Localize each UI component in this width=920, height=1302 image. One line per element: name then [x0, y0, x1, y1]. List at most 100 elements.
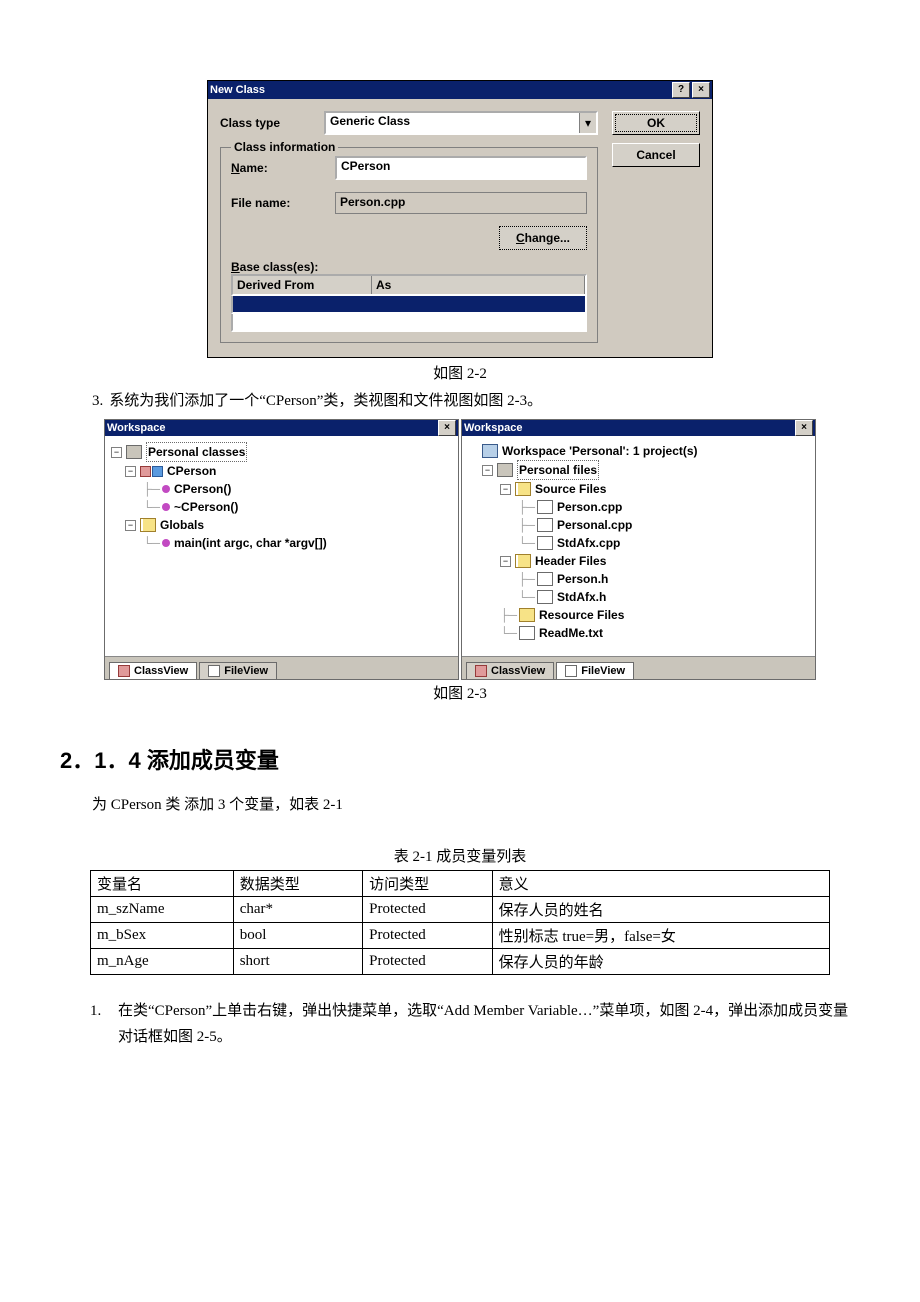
- cancel-button[interactable]: Cancel: [612, 143, 700, 167]
- tab-classview[interactable]: ClassView: [109, 662, 197, 679]
- chevron-down-icon[interactable]: ▾: [579, 113, 596, 133]
- name-input[interactable]: CPerson: [335, 156, 587, 180]
- ok-button[interactable]: OK: [612, 111, 700, 135]
- tree-item[interactable]: CPerson: [167, 462, 216, 480]
- tree-item[interactable]: main(int argc, char *argv[]): [174, 534, 327, 552]
- base-class-row[interactable]: [231, 314, 587, 332]
- th-type: 数据类型: [233, 871, 362, 897]
- table-row: m_bSexboolProtected性别标志 true=男，false=女: [91, 923, 830, 949]
- class-type-combo[interactable]: Generic Class ▾: [324, 111, 598, 135]
- folder-icon: [519, 608, 535, 622]
- fileview-panel: Workspace × Workspace 'Personal': 1 proj…: [461, 419, 816, 680]
- member-icon: [162, 539, 170, 547]
- tree-item[interactable]: StdAfx.h: [557, 588, 606, 606]
- classview-tab-icon: [475, 665, 487, 677]
- fileview-titlebar[interactable]: Workspace ×: [462, 420, 815, 436]
- member-variable-table: 变量名 数据类型 访问类型 意义 m_szNamechar*Protected保…: [90, 870, 830, 975]
- base-class-selrow[interactable]: [231, 296, 587, 314]
- classview-titlebar[interactable]: Workspace ×: [105, 420, 458, 436]
- project-icon: [497, 463, 513, 477]
- class-type-value: Generic Class: [326, 113, 579, 133]
- classview-panel: Workspace × −Personal classes −CPerson ├…: [104, 419, 459, 680]
- base-class-header: Derived From As: [231, 274, 587, 296]
- tab-fileview[interactable]: FileView: [199, 662, 277, 679]
- tree-item[interactable]: Header Files: [535, 552, 606, 570]
- tree-item[interactable]: Personal files: [517, 460, 599, 480]
- collapse-icon[interactable]: −: [482, 465, 493, 476]
- classview-tree[interactable]: −Personal classes −CPerson ├─CPerson() └…: [105, 436, 458, 656]
- tree-item[interactable]: CPerson(): [174, 480, 231, 498]
- member-icon: [162, 503, 170, 511]
- fileview-tab-icon: [565, 665, 577, 677]
- tree-item[interactable]: ReadMe.txt: [539, 624, 603, 642]
- file-name-value: Person.cpp: [335, 192, 587, 214]
- close-icon[interactable]: ×: [692, 82, 710, 98]
- tree-item[interactable]: ~CPerson(): [174, 498, 238, 516]
- file-icon: [519, 626, 535, 640]
- steps-list: 1. 在类“CPerson”上单击右键，弹出快捷菜单，选取“Add Member…: [90, 999, 860, 1050]
- fileview-tab-icon: [208, 665, 220, 677]
- tree-root[interactable]: Personal classes: [146, 442, 247, 462]
- classview-title: Workspace: [107, 422, 436, 434]
- folder-open-icon: [515, 482, 531, 496]
- tree-item[interactable]: StdAfx.cpp: [557, 534, 620, 552]
- classes-icon: [126, 445, 142, 459]
- name-label: Name:: [231, 161, 335, 175]
- file-icon: [537, 500, 553, 514]
- tree-item[interactable]: Personal.cpp: [557, 516, 632, 534]
- classview-tab-icon: [118, 665, 130, 677]
- tab-classview[interactable]: ClassView: [466, 662, 554, 679]
- collapse-icon[interactable]: −: [125, 520, 136, 531]
- list-item: 1. 在类“CPerson”上单击右键，弹出快捷菜单，选取“Add Member…: [90, 999, 860, 1050]
- close-icon[interactable]: ×: [795, 420, 813, 436]
- dialog-title: New Class: [210, 84, 670, 96]
- member-icon: [162, 485, 170, 493]
- th-as: As: [372, 276, 585, 294]
- file-icon: [537, 572, 553, 586]
- close-icon[interactable]: ×: [438, 420, 456, 436]
- base-class-label: Base class(es):: [231, 260, 318, 274]
- class-icon: [140, 466, 151, 477]
- table-caption: 表 2-1 成员变量列表: [60, 845, 860, 866]
- collapse-icon[interactable]: −: [125, 466, 136, 477]
- folder-open-icon: [140, 518, 156, 532]
- tree-root[interactable]: Workspace 'Personal': 1 project(s): [502, 442, 698, 460]
- collapse-icon[interactable]: −: [500, 556, 511, 567]
- file-icon: [537, 590, 553, 604]
- section-heading: 2．1．4 添加成员变量: [60, 743, 860, 775]
- new-class-dialog: New Class ? × Class type Generic Class ▾…: [207, 80, 713, 358]
- figure-caption-2-2: 如图 2-2: [60, 362, 860, 383]
- class-info-fieldset: Class information Name: CPerson File nam…: [220, 147, 598, 343]
- tree-item[interactable]: Source Files: [535, 480, 606, 498]
- collapse-icon[interactable]: −: [500, 484, 511, 495]
- tree-item[interactable]: Resource Files: [539, 606, 624, 624]
- classview-tabs: ClassView FileView: [105, 656, 458, 679]
- help-icon[interactable]: ?: [672, 82, 690, 98]
- class-type-label: Class type: [220, 116, 324, 130]
- fileview-tree[interactable]: Workspace 'Personal': 1 project(s) −Pers…: [462, 436, 815, 656]
- change-button[interactable]: Change...: [499, 226, 587, 250]
- file-icon: [537, 536, 553, 550]
- fileview-title: Workspace: [464, 422, 793, 434]
- th-meaning: 意义: [492, 871, 829, 897]
- th-name: 变量名: [91, 871, 234, 897]
- collapse-icon[interactable]: −: [111, 447, 122, 458]
- table-row: m_nAgeshortProtected保存人员的年龄: [91, 949, 830, 975]
- th-access: 访问类型: [363, 871, 492, 897]
- tree-item[interactable]: Globals: [160, 516, 204, 534]
- file-icon: [537, 518, 553, 532]
- section-intro: 为 CPerson 类 添加 3 个变量，如表 2-1: [92, 793, 860, 817]
- class-icon: [152, 466, 163, 477]
- tree-item[interactable]: Person.cpp: [557, 498, 622, 516]
- workspace-icon: [482, 444, 498, 458]
- tree-item[interactable]: Person.h: [557, 570, 608, 588]
- class-info-legend: Class information: [231, 140, 338, 154]
- th-derived-from: Derived From: [233, 276, 372, 294]
- table-row: 变量名 数据类型 访问类型 意义: [91, 871, 830, 897]
- fileview-tabs: ClassView FileView: [462, 656, 815, 679]
- tab-fileview[interactable]: FileView: [556, 662, 634, 679]
- paragraph-3: 3.系统为我们添加了一个“CPerson”类，类视图和文件视图如图 2-3。: [92, 389, 860, 413]
- figure-caption-2-3: 如图 2-3: [60, 682, 860, 703]
- table-row: m_szNamechar*Protected保存人员的姓名: [91, 897, 830, 923]
- dialog-titlebar[interactable]: New Class ? ×: [208, 81, 712, 99]
